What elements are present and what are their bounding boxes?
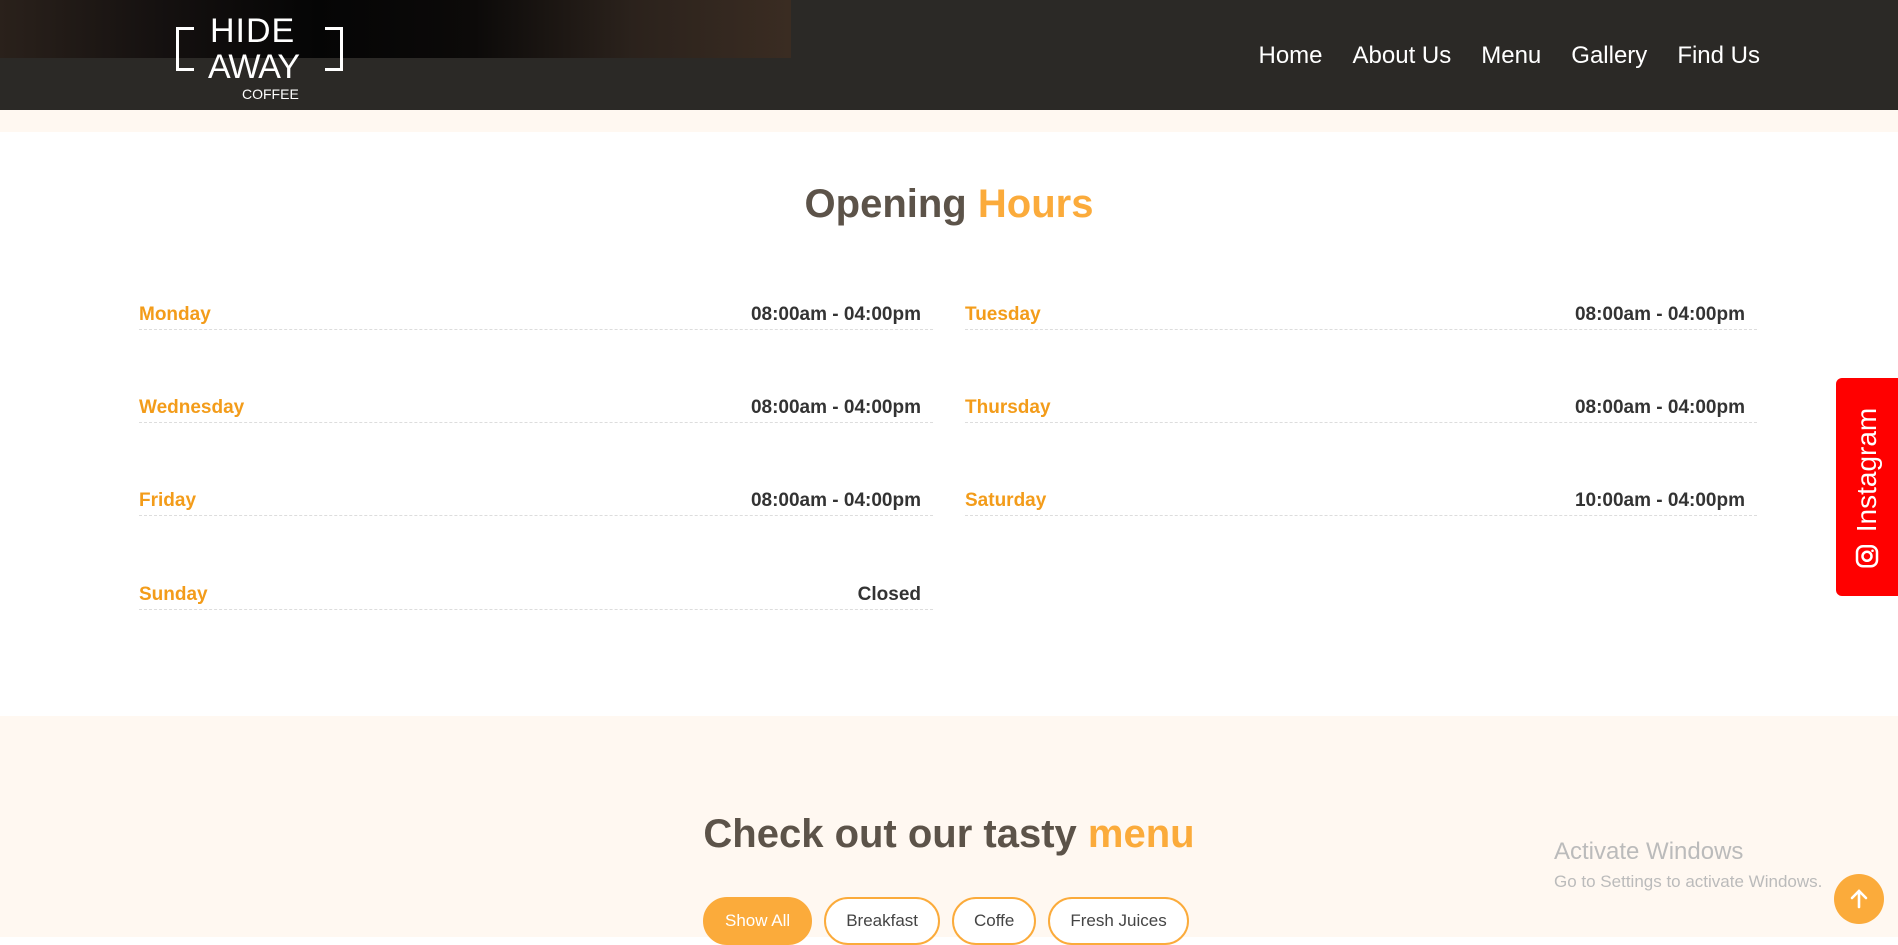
- filter-coffe[interactable]: Coffe: [952, 897, 1037, 945]
- hours-row-saturday: Saturday 10:00am - 04:00pm: [965, 486, 1757, 516]
- hero-image-strip: [0, 0, 791, 58]
- hours-row-wednesday: Wednesday 08:00am - 04:00pm: [139, 393, 933, 423]
- scroll-to-top-button[interactable]: [1834, 874, 1884, 924]
- filter-show-all[interactable]: Show All: [703, 897, 813, 945]
- nav-menu[interactable]: Menu: [1481, 42, 1541, 70]
- activate-windows-subtitle: Go to Settings to activate Windows.: [1554, 872, 1823, 891]
- instagram-label: Instagram: [1851, 407, 1882, 533]
- main-nav: Home About Us Menu Gallery Find Us: [1258, 42, 1760, 70]
- filter-breakfast[interactable]: Breakfast: [824, 897, 941, 945]
- windows-activation-watermark: Activate Windows Go to Settings to activ…: [1554, 838, 1822, 892]
- hours-row-friday: Friday 08:00am - 04:00pm: [139, 486, 933, 516]
- activate-windows-title: Activate Windows: [1554, 838, 1744, 865]
- logo-away: AWAY: [208, 48, 300, 86]
- divider-band: [0, 110, 1898, 132]
- instagram-tab[interactable]: Instagram: [1836, 378, 1898, 596]
- logo-coffee: COFFEE: [242, 86, 299, 102]
- nav-find-us[interactable]: Find Us: [1677, 42, 1760, 70]
- filter-fresh-juices[interactable]: Fresh Juices: [1048, 897, 1189, 945]
- hours-row-tuesday: Tuesday 08:00am - 04:00pm: [965, 300, 1757, 330]
- site-header: HIDE AWAY COFFEE Home About Us Menu Gall…: [0, 0, 1898, 110]
- hours-row-sunday: Sunday Closed: [139, 580, 933, 610]
- menu-filters: Show All Breakfast Coffe Fresh Juices: [703, 897, 1189, 945]
- instagram-icon: [1855, 545, 1879, 568]
- opening-hours-title: Opening Hours: [804, 182, 1094, 226]
- arrow-up-icon: [1850, 889, 1868, 909]
- nav-home[interactable]: Home: [1258, 42, 1322, 70]
- hours-row-thursday: Thursday 08:00am - 04:00pm: [965, 393, 1757, 423]
- hours-row-monday: Monday 08:00am - 04:00pm: [139, 300, 933, 330]
- nav-about-us[interactable]: About Us: [1353, 42, 1452, 70]
- logo[interactable]: HIDE AWAY COFFEE: [172, 10, 347, 105]
- nav-gallery[interactable]: Gallery: [1571, 42, 1647, 70]
- logo-hide: HIDE: [210, 12, 296, 50]
